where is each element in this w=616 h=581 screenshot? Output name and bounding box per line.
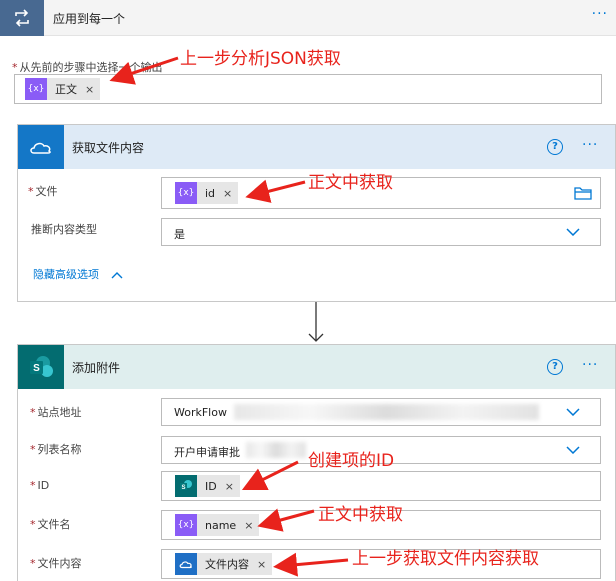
infer-content-type-label: 推断内容类型	[31, 223, 97, 236]
id-label: * ID	[30, 479, 50, 492]
onedrive-icon	[18, 125, 64, 169]
svg-text:S: S	[33, 363, 40, 374]
chevron-down-icon	[566, 446, 580, 454]
remove-token-icon[interactable]: ×	[223, 187, 232, 200]
annotation-5: 上一步获取文件内容获取	[352, 549, 539, 569]
annotation-4: 正文中获取	[318, 505, 403, 525]
onedrive-icon	[175, 553, 197, 575]
annotation-3: 创建项的ID	[308, 451, 395, 471]
expression-icon: {x}	[175, 514, 197, 536]
apply-to-each-title: 应用到每一个	[53, 12, 126, 26]
folder-icon[interactable]	[574, 186, 592, 200]
loop-icon	[0, 0, 44, 36]
annotation-1: 上一步分析JSON获取	[180, 49, 341, 69]
chevron-up-icon	[111, 272, 122, 279]
name-token[interactable]: {x} name ×	[175, 514, 260, 536]
body-token[interactable]: {x} 正文 ×	[25, 78, 101, 100]
card-title: 获取文件内容	[72, 141, 145, 155]
help-icon[interactable]: ?	[547, 139, 563, 155]
more-options-icon[interactable]: ···	[582, 137, 598, 153]
help-icon[interactable]: ?	[547, 359, 563, 375]
hide-advanced-options-link[interactable]: 隐藏高级选项	[33, 266, 123, 282]
apply-to-each-header[interactable]: 应用到每一个 ···	[0, 0, 616, 36]
sharepoint-icon: S	[18, 345, 64, 389]
id-field[interactable]: S ID ×	[161, 471, 601, 501]
file-content-token[interactable]: 文件内容 ×	[175, 553, 273, 575]
annotation-2: 正文中获取	[308, 173, 393, 193]
card-header[interactable]: S 添加附件 ? ···	[18, 345, 615, 389]
expression-icon: {x}	[25, 78, 47, 100]
redacted-region	[246, 442, 306, 458]
expression-icon: {x}	[175, 182, 197, 204]
file-name-label: * 文件名	[30, 518, 71, 531]
select-output-label: * 从先前的步骤中选择一个输出	[12, 61, 163, 74]
card-header[interactable]: 获取文件内容 ? ···	[18, 125, 615, 169]
list-name-value: 开户申请审批	[174, 446, 240, 459]
select-output-field[interactable]: {x} 正文 ×	[14, 74, 602, 104]
svg-text:S: S	[181, 485, 185, 491]
more-options-icon[interactable]: ···	[582, 357, 598, 373]
file-content-label: * 文件内容	[30, 557, 82, 570]
id-token[interactable]: {x} id ×	[175, 182, 239, 204]
remove-token-icon[interactable]: ×	[85, 83, 94, 96]
sharepoint-icon: S	[175, 475, 197, 497]
site-address-dropdown[interactable]: WorkFlow	[161, 398, 601, 426]
remove-token-icon[interactable]: ×	[244, 519, 253, 532]
loop-more-icon[interactable]: ···	[592, 6, 608, 22]
flow-arrow-icon	[308, 302, 324, 342]
infer-content-type-value: 是	[174, 228, 185, 241]
chevron-down-icon	[566, 408, 580, 416]
redacted-region	[234, 404, 539, 420]
list-name-label: * 列表名称	[30, 443, 82, 456]
site-address-label: * 站点地址	[30, 406, 82, 419]
file-label: * 文件	[28, 185, 58, 198]
infer-content-type-dropdown[interactable]: 是	[161, 218, 601, 246]
site-address-value: WorkFlow	[174, 406, 227, 419]
card-title: 添加附件	[72, 361, 121, 375]
remove-token-icon[interactable]: ×	[225, 480, 234, 493]
chevron-down-icon	[566, 228, 580, 236]
remove-token-icon[interactable]: ×	[257, 558, 266, 571]
id-token[interactable]: S ID ×	[175, 475, 240, 497]
